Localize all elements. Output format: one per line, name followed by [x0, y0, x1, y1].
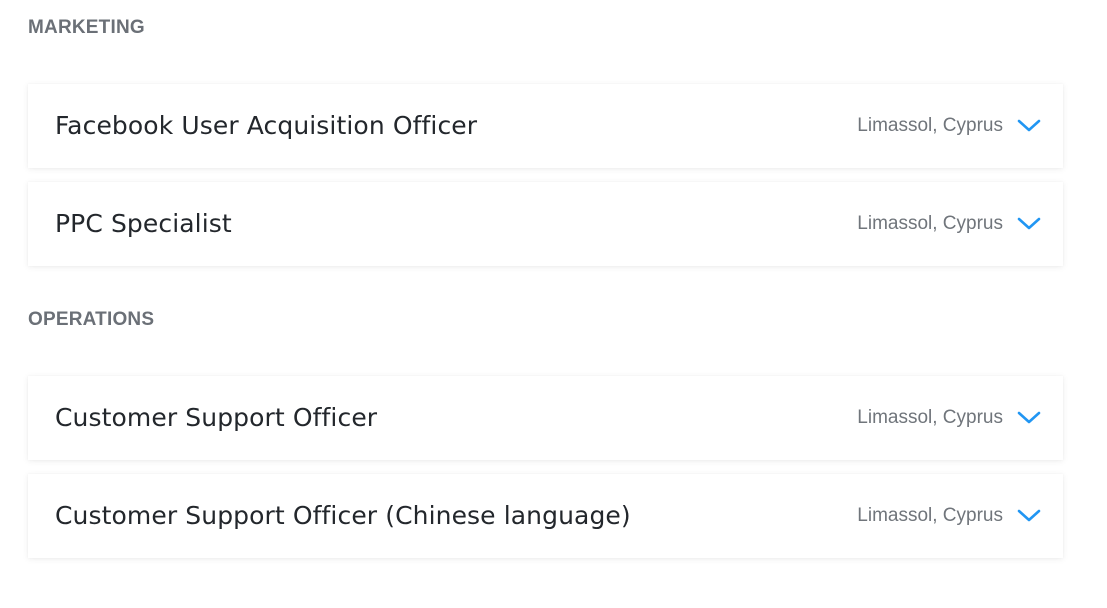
job-card[interactable]: Customer Support Officer Limassol, Cypru…: [28, 376, 1063, 460]
job-title: Customer Support Officer: [55, 403, 378, 432]
job-title: Facebook User Acquisition Officer: [55, 111, 478, 140]
job-location: Limassol, Cyprus: [857, 213, 1003, 234]
job-card[interactable]: Customer Support Officer (Chinese langua…: [28, 474, 1063, 558]
chevron-down-icon[interactable]: [1017, 507, 1041, 525]
job-card[interactable]: Facebook User Acquisition Officer Limass…: [28, 84, 1063, 168]
job-location: Limassol, Cyprus: [857, 407, 1003, 428]
job-card[interactable]: PPC Specialist Limassol, Cyprus: [28, 182, 1063, 266]
job-location: Limassol, Cyprus: [857, 505, 1003, 526]
chevron-down-icon[interactable]: [1017, 117, 1041, 135]
job-title: PPC Specialist: [55, 209, 232, 238]
section-title: MARKETING: [28, 17, 145, 38]
chevron-down-icon[interactable]: [1017, 215, 1041, 233]
chevron-down-icon[interactable]: [1017, 409, 1041, 427]
section-marketing: MARKETING Facebook User Acquisition Offi…: [28, 16, 1063, 276]
section-title: OPERATIONS: [28, 309, 155, 330]
job-title: Customer Support Officer (Chinese langua…: [55, 501, 631, 530]
section-operations: OPERATIONS Customer Support Officer Lima…: [28, 308, 1063, 568]
job-location: Limassol, Cyprus: [857, 115, 1003, 136]
